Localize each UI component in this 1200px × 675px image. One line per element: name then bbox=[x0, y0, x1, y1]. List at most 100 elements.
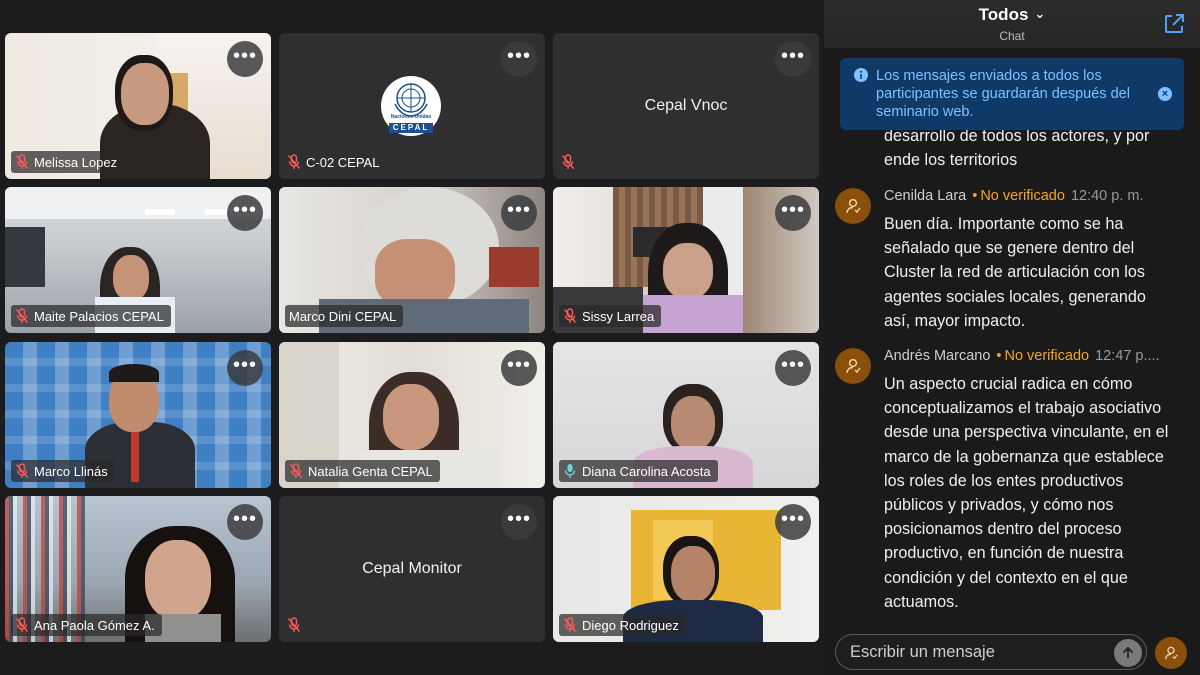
more-options-button[interactable]: ••• bbox=[501, 195, 537, 231]
message-line: marco de la gobernanza que establece bbox=[884, 447, 1164, 466]
mic-muted-icon bbox=[15, 308, 29, 323]
message-line: productivo, en función de nuestra bbox=[884, 544, 1124, 563]
message-line: Cluster la red de articulación con los bbox=[884, 263, 1145, 282]
avatar bbox=[835, 348, 871, 384]
more-options-button[interactable]: ••• bbox=[227, 504, 263, 540]
participant-tile[interactable]: Cepal Vnoc ••• bbox=[553, 33, 819, 179]
chat-title: Todos bbox=[978, 5, 1029, 24]
message-line: agentes sociales locales, generando bbox=[884, 287, 1146, 306]
participant-name: Diego Rodriguez bbox=[582, 617, 679, 633]
chat-message-input[interactable] bbox=[850, 635, 1100, 669]
notice-text: Los mensajes enviados a todos los partic… bbox=[876, 68, 1130, 120]
participant-tile[interactable]: ••• Sissy Larrea bbox=[553, 187, 819, 333]
message-line: desde una perspectiva vinculante, en el bbox=[884, 423, 1169, 442]
participant-nameplate: Marco Llinás bbox=[11, 460, 115, 482]
participant-nameplate: Melissa Lopez bbox=[11, 151, 125, 173]
participant-tile[interactable]: Naciones Unidas CEPAL ••• C-02 CEPAL bbox=[279, 33, 545, 179]
user-icon bbox=[846, 358, 861, 374]
user-icon bbox=[1165, 646, 1178, 660]
message-time: 12:40 p. m. bbox=[1070, 188, 1144, 204]
more-options-button[interactable]: ••• bbox=[227, 41, 263, 77]
message-line: ende los territorios bbox=[884, 151, 1018, 170]
participant-tile[interactable]: ••• Marco Dini CEPAL bbox=[279, 187, 545, 333]
chat-panel: Todos ⌄ Chat desarrollo de todos los acto… bbox=[824, 0, 1200, 675]
info-icon bbox=[854, 68, 868, 82]
cepal-logo-text: CEPAL bbox=[392, 123, 430, 132]
message-line: públicos y privados, y cómo nos bbox=[884, 496, 1114, 515]
participant-name: Marco Llinás bbox=[34, 463, 108, 479]
more-options-button[interactable]: ••• bbox=[227, 195, 263, 231]
message-composer bbox=[835, 634, 1147, 670]
participant-name: Ana Paola Gómez A. bbox=[34, 617, 155, 633]
participant-nameplate: Maite Palacios CEPAL bbox=[11, 305, 171, 327]
participant-nameplate bbox=[559, 151, 582, 173]
participant-nameplate: Ana Paola Gómez A. bbox=[11, 614, 162, 636]
mic-muted-icon bbox=[287, 154, 301, 169]
participant-nameplate: Diana Carolina Acosta bbox=[559, 460, 718, 482]
mic-muted-icon bbox=[15, 154, 29, 169]
more-options-button[interactable]: ••• bbox=[775, 350, 811, 386]
participant-name: C-02 CEPAL bbox=[306, 154, 380, 170]
send-button[interactable] bbox=[1114, 639, 1142, 667]
participant-tile[interactable]: ••• Marco Llinás bbox=[5, 342, 271, 488]
my-avatar-button[interactable] bbox=[1155, 637, 1187, 669]
participant-nameplate: Marco Dini CEPAL bbox=[285, 305, 404, 327]
chat-save-notice: Los mensajes enviados a todos los partic… bbox=[840, 58, 1184, 130]
mic-muted-icon bbox=[287, 617, 301, 632]
separator-dot: • bbox=[996, 348, 1002, 364]
user-icon bbox=[846, 198, 861, 214]
participant-nameplate: C-02 CEPAL bbox=[285, 151, 386, 173]
participant-name: Marco Dini CEPAL bbox=[289, 308, 397, 324]
message-line: señalado que se genere dentro del bbox=[884, 239, 1135, 258]
more-options-button[interactable]: ••• bbox=[775, 195, 811, 231]
un-logo-text: Naciones Unidas bbox=[390, 114, 432, 120]
unverified-badge: No verificado bbox=[980, 188, 1065, 204]
video-grid: ••• Melissa Lopez Naciones Unidas CEPAL … bbox=[0, 0, 824, 675]
more-options-button[interactable]: ••• bbox=[501, 41, 537, 77]
participant-tile[interactable]: ••• Natalia Genta CEPAL bbox=[279, 342, 545, 488]
chevron-down-icon: ⌄ bbox=[1034, 6, 1046, 21]
pop-out-icon[interactable] bbox=[1162, 12, 1186, 36]
participant-tile-speaking[interactable]: ••• Diana Carolina Acosta bbox=[553, 342, 819, 488]
unverified-badge: No verificado bbox=[1004, 348, 1090, 364]
more-options-button[interactable]: ••• bbox=[501, 504, 537, 540]
more-options-button[interactable]: ••• bbox=[775, 41, 811, 77]
more-options-button[interactable]: ••• bbox=[227, 350, 263, 386]
message-line: Un aspecto crucial radica en cómo bbox=[884, 375, 1133, 393]
participant-name: Natalia Genta CEPAL bbox=[308, 463, 433, 479]
participant-nameplate: Diego Rodriguez bbox=[559, 614, 686, 636]
participant-nameplate: Natalia Genta CEPAL bbox=[285, 460, 440, 482]
participant-tile[interactable]: ••• Diego Rodriguez bbox=[553, 496, 819, 642]
mic-muted-icon bbox=[561, 154, 575, 169]
mic-active-icon bbox=[564, 464, 576, 478]
message-author: Andrés Marcano bbox=[884, 348, 991, 364]
arrow-up-icon bbox=[1122, 646, 1134, 658]
participant-name: Sissy Larrea bbox=[582, 308, 655, 324]
un-logo: Naciones Unidas CEPAL bbox=[381, 76, 441, 136]
participant-name-center: Cepal Vnoc bbox=[644, 97, 728, 114]
message-line: así, mayor impacto. bbox=[884, 311, 1026, 330]
participant-nameplate: Sissy Larrea bbox=[559, 305, 662, 327]
message-line: los roles de los entes productivos bbox=[884, 471, 1124, 490]
chat-recipient-selector[interactable]: Todos ⌄ bbox=[824, 5, 1200, 25]
chat-header: Todos ⌄ Chat bbox=[824, 0, 1200, 48]
separator-dot: • bbox=[972, 188, 978, 204]
participant-name: Melissa Lopez bbox=[34, 154, 118, 170]
close-icon[interactable]: × bbox=[1158, 87, 1172, 101]
participant-name: Maite Palacios CEPAL bbox=[34, 308, 164, 324]
more-options-button[interactable]: ••• bbox=[501, 350, 537, 386]
message-author: Cenilda Lara bbox=[884, 188, 967, 204]
message-line: Buen día. Importante como se ha bbox=[884, 215, 1124, 233]
message-header: Andrés Marcano • No verificado 12:47 p.... bbox=[884, 348, 1160, 364]
participant-tile[interactable]: ••• Maite Palacios CEPAL bbox=[5, 187, 271, 333]
chat-message-text: Buen día. Importante como se ha señalado… bbox=[884, 212, 1192, 333]
participant-tile[interactable]: ••• Melissa Lopez bbox=[5, 33, 271, 179]
chat-message-text: desarrollo de todos los actores, y por e… bbox=[884, 124, 1192, 172]
chat-subtitle: Chat bbox=[999, 29, 1025, 43]
participant-tile[interactable]: ••• Ana Paola Gómez A. bbox=[5, 496, 271, 642]
chat-message-text: Un aspecto crucial radica en cómo concep… bbox=[884, 372, 1192, 614]
participant-name: Diana Carolina Acosta bbox=[582, 463, 711, 479]
participant-tile[interactable]: Cepal Monitor ••• bbox=[279, 496, 545, 642]
more-options-button[interactable]: ••• bbox=[775, 504, 811, 540]
message-header: Cenilda Lara • No verificado 12:40 p. m. bbox=[884, 188, 1143, 204]
